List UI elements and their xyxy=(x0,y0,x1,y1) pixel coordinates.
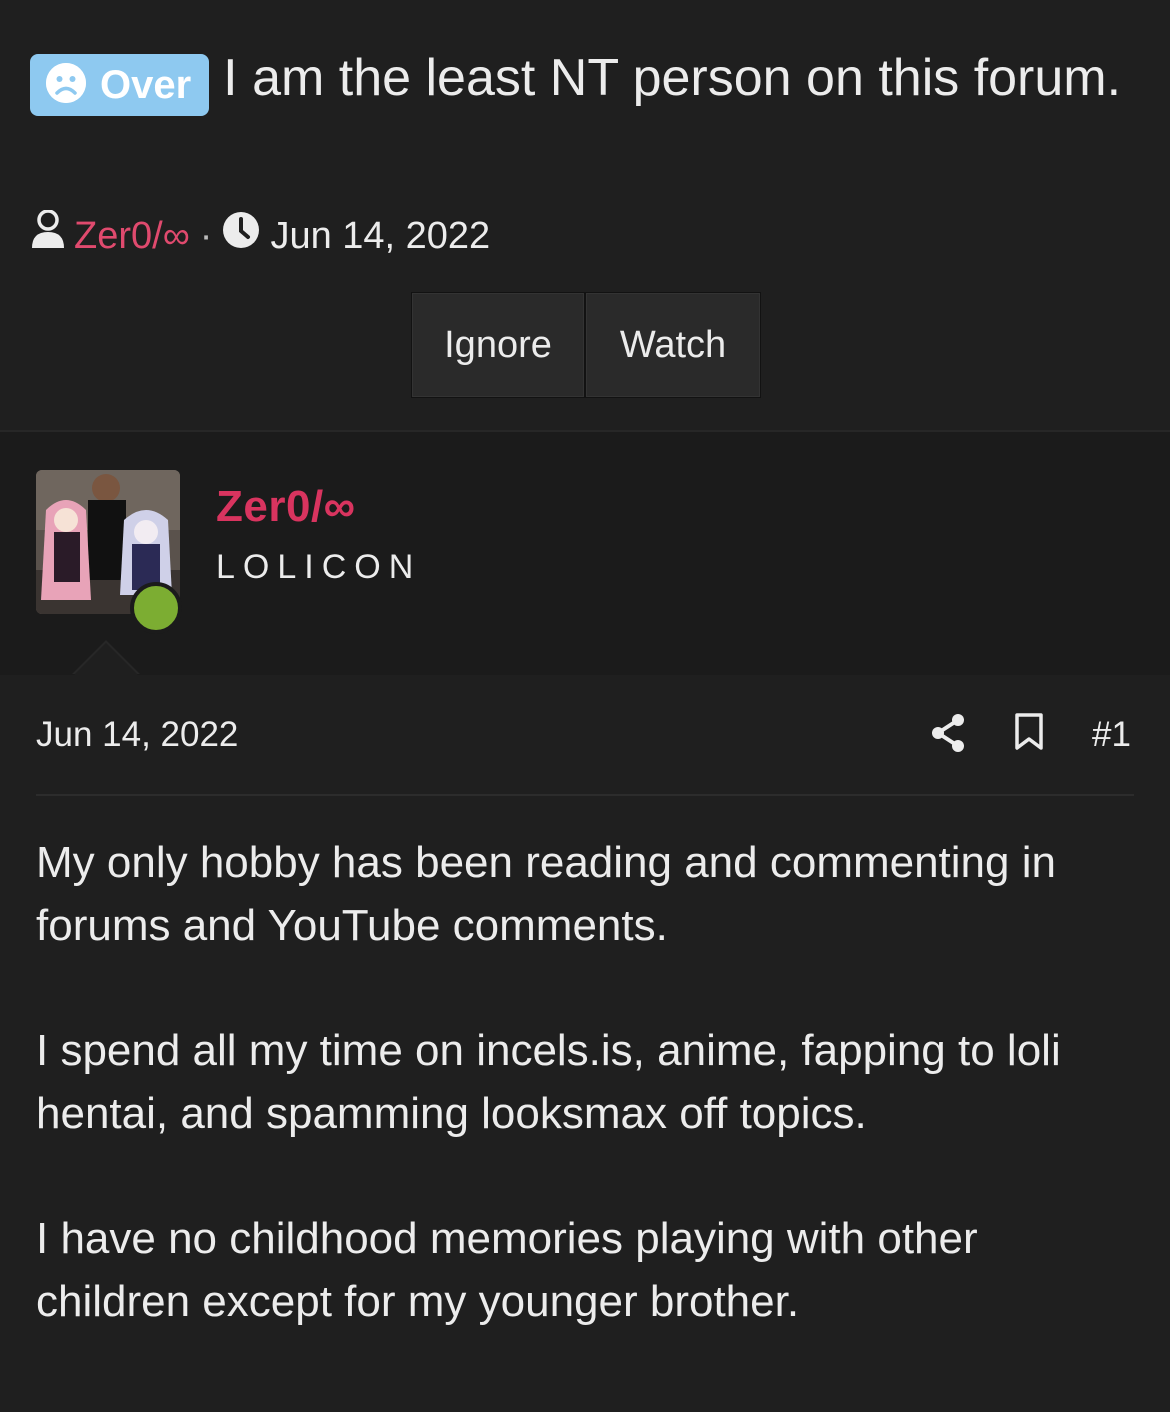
thread-date-link[interactable]: Jun 14, 2022 xyxy=(270,212,490,260)
clock-icon xyxy=(222,211,260,261)
ignore-button[interactable]: Ignore xyxy=(411,292,585,398)
post-content: Jun 14, 2022 #1 My only hobby has been r… xyxy=(0,675,1170,1412)
share-icon[interactable] xyxy=(930,713,966,758)
post-divider xyxy=(36,794,1134,796)
user-icon xyxy=(30,209,66,262)
thread-header: Over I am the least NT person on this for… xyxy=(0,0,1170,430)
post-username-link[interactable]: Zer0/∞ xyxy=(216,482,356,532)
watch-button[interactable]: Watch xyxy=(585,292,761,398)
thread-title-text: I am the least NT person on this forum. xyxy=(223,49,1122,107)
post-paragraph: My only hobby has been reading and comme… xyxy=(36,838,1056,950)
thread-prefix-badge[interactable]: Over xyxy=(30,54,210,116)
post-paragraph: I have no childhood memories playing wit… xyxy=(36,1214,978,1326)
thread-meta: Zer0/∞ · Jun 14, 2022 xyxy=(30,209,490,262)
online-status-indicator xyxy=(130,582,182,634)
meta-separator: · xyxy=(199,215,213,257)
user-title: LOLICON xyxy=(216,548,422,586)
thread-prefix-label: Over xyxy=(100,63,192,107)
thread-author-link[interactable]: Zer0/∞ xyxy=(74,212,190,260)
post-date-link[interactable]: Jun 14, 2022 xyxy=(36,715,238,755)
post-paragraph: I spend all my time on incels.is, anime,… xyxy=(36,1026,1061,1138)
thread-action-buttons: Ignore Watch xyxy=(411,292,761,398)
post-body: My only hobby has been reading and comme… xyxy=(36,831,1136,1395)
post-user-block: Zer0/∞ LOLICON xyxy=(0,430,1170,677)
thread-title: Over I am the least NT person on this for… xyxy=(30,40,1130,116)
post-number-link[interactable]: #1 xyxy=(1092,715,1131,755)
frown-face-icon xyxy=(46,63,86,104)
bookmark-icon[interactable] xyxy=(1014,713,1044,756)
user-block-pointer-inner xyxy=(74,643,138,675)
